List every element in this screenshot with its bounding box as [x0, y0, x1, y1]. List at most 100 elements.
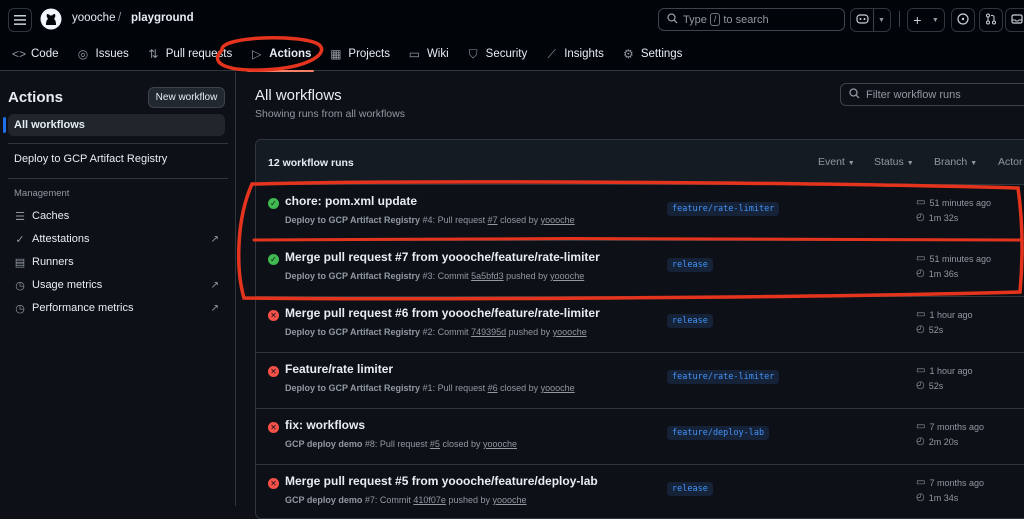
- run-duration: ◴ 1m 34s: [916, 492, 959, 503]
- copilot-icon: [856, 13, 869, 27]
- table-row[interactable]: ✕ Feature/rate limiter Deploy to GCP Artif…: [256, 353, 1024, 409]
- run-number: #4: [422, 215, 433, 225]
- run-actor-link[interactable]: yoooche: [550, 271, 584, 281]
- branch-badge[interactable]: release: [667, 258, 713, 272]
- shield-icon: ⛉: [468, 46, 478, 61]
- run-ref-link[interactable]: 749395d: [471, 327, 506, 337]
- tab-label: Insights: [564, 48, 604, 60]
- run-time: ▭ 1 hour ago: [916, 309, 973, 320]
- run-trigger: : Commit: [374, 495, 414, 505]
- tab-actions[interactable]: ▷ Actions: [241, 38, 320, 72]
- run-title-link[interactable]: Feature/rate limiter: [285, 362, 393, 376]
- table-row[interactable]: ✕ Merge pull request #5 from yoooche/feat…: [256, 465, 1024, 518]
- create-new-button[interactable]: + ▼: [907, 8, 945, 32]
- filter-actor-menu[interactable]: Actor: [998, 156, 1023, 168]
- run-time: ▭ 51 minutes ago: [916, 253, 991, 264]
- plus-icon: +: [913, 12, 922, 28]
- run-title-link[interactable]: chore: pom.xml update: [285, 194, 417, 208]
- stopwatch-icon: ◴: [916, 268, 925, 279]
- run-action: closed by: [497, 383, 541, 393]
- tab-issues[interactable]: ◎ Issues: [68, 38, 138, 71]
- run-meta: GCP deploy demo #7: Commit 410f07e pushe…: [285, 495, 527, 505]
- chevron-down-icon: ▼: [906, 160, 914, 167]
- runs-count: 12 workflow runs: [268, 157, 354, 169]
- filter-status-menu[interactable]: Status ▼: [874, 156, 914, 168]
- stopwatch-icon: ◴: [916, 324, 925, 335]
- tab-projects[interactable]: ▦ Projects: [320, 38, 399, 71]
- tab-pull-requests[interactable]: ⇅ Pull requests: [138, 38, 241, 71]
- run-title-link[interactable]: Merge pull request #7 from yoooche/featu…: [285, 250, 600, 264]
- calendar-icon: ▭: [916, 421, 926, 432]
- run-ref-link[interactable]: 410f07e: [413, 495, 446, 505]
- run-duration: ◴ 1m 32s: [916, 212, 959, 223]
- run-title-link[interactable]: Merge pull request #6 from yoooche/featu…: [285, 306, 600, 320]
- table-row[interactable]: ✓ Merge pull request #7 from yoooche/feat…: [256, 241, 1024, 297]
- sidebar-item-workflow[interactable]: Deploy to GCP Artifact Registry: [8, 148, 225, 170]
- table-row[interactable]: ✕ fix: workflows GCP deploy demo #8: Pull …: [256, 409, 1024, 465]
- global-search-input[interactable]: Type / to search: [658, 8, 845, 31]
- run-title-link[interactable]: Merge pull request #5 from yoooche/featu…: [285, 474, 598, 488]
- management-heading: Management: [14, 188, 70, 199]
- page-subtitle: Showing runs from all workflows: [255, 108, 405, 120]
- sidebar-divider: [8, 143, 228, 144]
- filter-branch-menu[interactable]: Branch ▼: [934, 156, 977, 168]
- tab-label: Wiki: [426, 48, 449, 60]
- sidebar-item-attestations[interactable]: ✓ Attestations ↗: [14, 229, 219, 249]
- run-actor-link[interactable]: yoooche: [553, 327, 587, 337]
- pull-request-icon: [985, 13, 997, 28]
- run-ref-link[interactable]: 5a5bfd3: [471, 271, 504, 281]
- repo-name-link[interactable]: playground: [131, 12, 194, 24]
- branch-badge[interactable]: feature/deploy-lab: [667, 426, 770, 440]
- tab-code[interactable]: <> Code: [3, 38, 68, 71]
- issues-button[interactable]: [951, 8, 975, 32]
- tab-insights[interactable]: ⟋ Insights: [536, 38, 613, 71]
- sidebar-item-all-workflows[interactable]: All workflows: [3, 114, 225, 136]
- run-actor-link[interactable]: yoooche: [541, 383, 575, 393]
- tab-settings[interactable]: ⚙ Settings: [613, 38, 692, 71]
- tab-wiki[interactable]: ▭ Wiki: [399, 38, 458, 71]
- tab-label: Projects: [348, 48, 390, 60]
- sidebar-item-usage-metrics[interactable]: ◷ Usage metrics ↗: [14, 275, 219, 295]
- run-ref-link[interactable]: #7: [488, 215, 498, 225]
- check-circle-icon: ✓: [268, 254, 279, 265]
- run-time: ▭ 51 minutes ago: [916, 197, 991, 208]
- new-workflow-button[interactable]: New workflow: [148, 87, 225, 108]
- branch-badge[interactable]: feature/rate-limiter: [667, 370, 780, 384]
- run-number: #3: [422, 271, 433, 281]
- copilot-button[interactable]: ▼: [850, 8, 891, 32]
- filter-runs-input[interactable]: Filter workflow runs: [840, 83, 1024, 106]
- run-actor-link[interactable]: yoooche: [541, 215, 575, 225]
- sidebar-item-label: Attestations: [32, 233, 90, 245]
- github-logo-icon[interactable]: [40, 8, 62, 30]
- branch-badge[interactable]: feature/rate-limiter: [667, 202, 780, 216]
- filter-event-menu[interactable]: Event ▼: [818, 156, 855, 168]
- run-ref-link[interactable]: #6: [488, 383, 498, 393]
- sidebar-item-caches[interactable]: ☰ Caches: [14, 206, 219, 226]
- sidebar-item-runners[interactable]: ▤ Runners: [14, 252, 219, 272]
- run-actor-link[interactable]: yoooche: [493, 495, 527, 505]
- inbox-button[interactable]: [1005, 8, 1024, 32]
- runs-panel-header: 12 workflow runs Event ▼ Status ▼ Branch…: [256, 140, 1024, 185]
- filter-placeholder: Filter workflow runs: [866, 88, 961, 101]
- table-row[interactable]: ✓ chore: pom.xml update Deploy to GCP Arti…: [256, 185, 1024, 241]
- table-row[interactable]: ✕ Merge pull request #6 from yoooche/feat…: [256, 297, 1024, 353]
- run-action: closed by: [497, 215, 541, 225]
- pull-requests-button[interactable]: [979, 8, 1003, 32]
- stopwatch-icon: ◴: [916, 380, 925, 391]
- sidebar-item-performance-metrics[interactable]: ◷ Performance metrics ↗: [14, 298, 219, 318]
- menu-icon[interactable]: [8, 8, 32, 32]
- branch-badge[interactable]: release: [667, 314, 713, 328]
- tab-security[interactable]: ⛉ Security: [458, 38, 537, 71]
- tab-label: Actions: [269, 48, 312, 60]
- branch-badge[interactable]: release: [667, 482, 713, 496]
- sidebar-title: Actions: [8, 89, 64, 106]
- run-actor-link[interactable]: yoooche: [483, 439, 517, 449]
- run-title-link[interactable]: fix: workflows: [285, 418, 365, 432]
- tab-label: Pull requests: [165, 48, 233, 60]
- run-ref-link[interactable]: #5: [430, 439, 440, 449]
- pull-request-icon: ⇅: [148, 47, 159, 61]
- sidebar-item-label: Caches: [32, 210, 70, 222]
- stopwatch-icon: ◴: [916, 212, 925, 223]
- repo-owner-link[interactable]: yoooche: [72, 12, 115, 24]
- external-link-icon: ↗: [210, 279, 219, 291]
